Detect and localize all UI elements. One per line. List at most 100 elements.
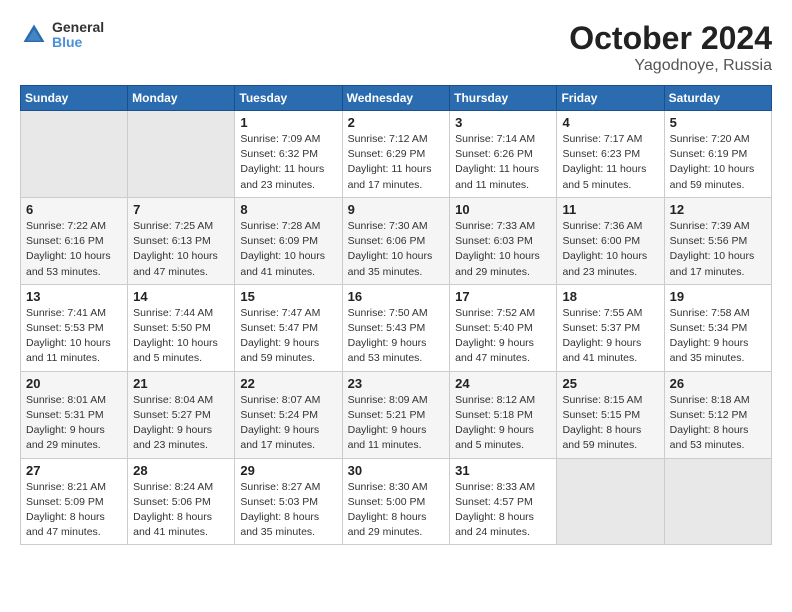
day-number: 4	[562, 115, 658, 130]
calendar-cell: 17 Sunrise: 7:52 AMSunset: 5:40 PMDayligh…	[450, 284, 557, 371]
day-number: 20	[26, 376, 122, 391]
day-number: 22	[240, 376, 336, 391]
week-row-3: 13 Sunrise: 7:41 AMSunset: 5:53 PMDayligh…	[21, 284, 772, 371]
cell-info: Sunrise: 7:25 AMSunset: 6:13 PMDaylight:…	[133, 219, 229, 280]
calendar-cell: 22 Sunrise: 8:07 AMSunset: 5:24 PMDayligh…	[235, 371, 342, 458]
day-header-wednesday: Wednesday	[342, 86, 450, 111]
cell-info: Sunrise: 8:15 AMSunset: 5:15 PMDaylight:…	[562, 393, 658, 454]
day-number: 16	[348, 289, 445, 304]
cell-info: Sunrise: 7:50 AMSunset: 5:43 PMDaylight:…	[348, 306, 445, 367]
day-number: 9	[348, 202, 445, 217]
cell-info: Sunrise: 7:44 AMSunset: 5:50 PMDaylight:…	[133, 306, 229, 367]
cell-info: Sunrise: 8:33 AMSunset: 4:57 PMDaylight:…	[455, 480, 551, 541]
day-number: 26	[670, 376, 766, 391]
day-number: 12	[670, 202, 766, 217]
day-number: 30	[348, 463, 445, 478]
day-number: 6	[26, 202, 122, 217]
calendar-header: SundayMondayTuesdayWednesdayThursdayFrid…	[21, 86, 772, 111]
day-header-thursday: Thursday	[450, 86, 557, 111]
calendar-cell: 13 Sunrise: 7:41 AMSunset: 5:53 PMDayligh…	[21, 284, 128, 371]
cell-info: Sunrise: 7:22 AMSunset: 6:16 PMDaylight:…	[26, 219, 122, 280]
day-header-sunday: Sunday	[21, 86, 128, 111]
logo-icon	[20, 21, 48, 49]
cell-info: Sunrise: 7:17 AMSunset: 6:23 PMDaylight:…	[562, 132, 658, 193]
cell-info: Sunrise: 8:24 AMSunset: 5:06 PMDaylight:…	[133, 480, 229, 541]
cell-info: Sunrise: 7:41 AMSunset: 5:53 PMDaylight:…	[26, 306, 122, 367]
cell-info: Sunrise: 7:52 AMSunset: 5:40 PMDaylight:…	[455, 306, 551, 367]
calendar-cell: 18 Sunrise: 7:55 AMSunset: 5:37 PMDayligh…	[557, 284, 664, 371]
logo: General Blue	[20, 20, 104, 51]
day-number: 5	[670, 115, 766, 130]
cell-info: Sunrise: 7:28 AMSunset: 6:09 PMDaylight:…	[240, 219, 336, 280]
cell-info: Sunrise: 8:07 AMSunset: 5:24 PMDaylight:…	[240, 393, 336, 454]
calendar-cell: 24Sunrise: 8:12 AMSunset: 5:18 PMDayligh…	[450, 371, 557, 458]
day-number: 15	[240, 289, 336, 304]
day-number: 19	[670, 289, 766, 304]
cell-info: Sunrise: 7:55 AMSunset: 5:37 PMDaylight:…	[562, 306, 658, 367]
week-row-2: 6 Sunrise: 7:22 AMSunset: 6:16 PMDaylight…	[21, 197, 772, 284]
calendar-cell: 1 Sunrise: 7:09 AMSunset: 6:32 PMDaylight…	[235, 111, 342, 198]
calendar-cell	[128, 111, 235, 198]
calendar-cell: 10 Sunrise: 7:33 AMSunset: 6:03 PMDayligh…	[450, 197, 557, 284]
calendar-cell: 26 Sunrise: 8:18 AMSunset: 5:12 PMDayligh…	[664, 371, 771, 458]
calendar-cell: 25Sunrise: 8:15 AMSunset: 5:15 PMDayligh…	[557, 371, 664, 458]
cell-info: Sunrise: 7:20 AMSunset: 6:19 PMDaylight:…	[670, 132, 766, 193]
calendar-cell: 27Sunrise: 8:21 AMSunset: 5:09 PMDayligh…	[21, 458, 128, 545]
calendar-cell: 19 Sunrise: 7:58 AMSunset: 5:34 PMDayligh…	[664, 284, 771, 371]
logo-text: General Blue	[52, 20, 104, 51]
day-number: 23	[348, 376, 445, 391]
day-number: 10	[455, 202, 551, 217]
calendar-cell: 29 Sunrise: 8:27 AMSunset: 5:03 PMDayligh…	[235, 458, 342, 545]
day-header-tuesday: Tuesday	[235, 86, 342, 111]
cell-info: Sunrise: 7:30 AMSunset: 6:06 PMDaylight:…	[348, 219, 445, 280]
calendar-cell: 7 Sunrise: 7:25 AMSunset: 6:13 PMDaylight…	[128, 197, 235, 284]
calendar-table: SundayMondayTuesdayWednesdayThursdayFrid…	[20, 85, 772, 545]
day-number: 2	[348, 115, 445, 130]
week-row-4: 20 Sunrise: 8:01 AMSunset: 5:31 PMDayligh…	[21, 371, 772, 458]
calendar-cell: 14 Sunrise: 7:44 AMSunset: 5:50 PMDayligh…	[128, 284, 235, 371]
days-of-week-row: SundayMondayTuesdayWednesdayThursdayFrid…	[21, 86, 772, 111]
cell-info: Sunrise: 8:04 AMSunset: 5:27 PMDaylight:…	[133, 393, 229, 454]
cell-info: Sunrise: 8:12 AMSunset: 5:18 PMDaylight:…	[455, 393, 551, 454]
page-title: October 2024	[569, 20, 772, 57]
day-number: 7	[133, 202, 229, 217]
calendar-cell	[664, 458, 771, 545]
cell-info: Sunrise: 7:09 AMSunset: 6:32 PMDaylight:…	[240, 132, 336, 193]
calendar-cell: 6 Sunrise: 7:22 AMSunset: 6:16 PMDaylight…	[21, 197, 128, 284]
day-number: 29	[240, 463, 336, 478]
calendar-cell: 12Sunrise: 7:39 AMSunset: 5:56 PMDayligh…	[664, 197, 771, 284]
cell-info: Sunrise: 7:36 AMSunset: 6:00 PMDaylight:…	[562, 219, 658, 280]
week-row-5: 27Sunrise: 8:21 AMSunset: 5:09 PMDayligh…	[21, 458, 772, 545]
day-number: 28	[133, 463, 229, 478]
cell-info: Sunrise: 7:58 AMSunset: 5:34 PMDaylight:…	[670, 306, 766, 367]
cell-info: Sunrise: 8:27 AMSunset: 5:03 PMDaylight:…	[240, 480, 336, 541]
page-subtitle: Yagodnoye, Russia	[569, 57, 772, 75]
day-number: 11	[562, 202, 658, 217]
calendar-cell	[557, 458, 664, 545]
cell-info: Sunrise: 8:18 AMSunset: 5:12 PMDaylight:…	[670, 393, 766, 454]
week-row-1: 1 Sunrise: 7:09 AMSunset: 6:32 PMDaylight…	[21, 111, 772, 198]
day-number: 3	[455, 115, 551, 130]
day-header-saturday: Saturday	[664, 86, 771, 111]
day-number: 13	[26, 289, 122, 304]
calendar-body: 1 Sunrise: 7:09 AMSunset: 6:32 PMDaylight…	[21, 111, 772, 545]
calendar-cell: 3 Sunrise: 7:14 AMSunset: 6:26 PMDaylight…	[450, 111, 557, 198]
calendar-cell: 16 Sunrise: 7:50 AMSunset: 5:43 PMDayligh…	[342, 284, 450, 371]
calendar-cell: 11 Sunrise: 7:36 AMSunset: 6:00 PMDayligh…	[557, 197, 664, 284]
day-number: 21	[133, 376, 229, 391]
title-block: October 2024 Yagodnoye, Russia	[569, 20, 772, 75]
day-number: 27	[26, 463, 122, 478]
day-number: 17	[455, 289, 551, 304]
cell-info: Sunrise: 8:01 AMSunset: 5:31 PMDaylight:…	[26, 393, 122, 454]
calendar-cell: 5 Sunrise: 7:20 AMSunset: 6:19 PMDaylight…	[664, 111, 771, 198]
calendar-cell	[21, 111, 128, 198]
day-number: 18	[562, 289, 658, 304]
day-number: 14	[133, 289, 229, 304]
day-number: 1	[240, 115, 336, 130]
calendar-cell: 30Sunrise: 8:30 AMSunset: 5:00 PMDayligh…	[342, 458, 450, 545]
calendar-cell: 21 Sunrise: 8:04 AMSunset: 5:27 PMDayligh…	[128, 371, 235, 458]
cell-info: Sunrise: 7:14 AMSunset: 6:26 PMDaylight:…	[455, 132, 551, 193]
calendar-cell: 15Sunrise: 7:47 AMSunset: 5:47 PMDayligh…	[235, 284, 342, 371]
cell-info: Sunrise: 7:33 AMSunset: 6:03 PMDaylight:…	[455, 219, 551, 280]
calendar-cell: 23Sunrise: 8:09 AMSunset: 5:21 PMDayligh…	[342, 371, 450, 458]
